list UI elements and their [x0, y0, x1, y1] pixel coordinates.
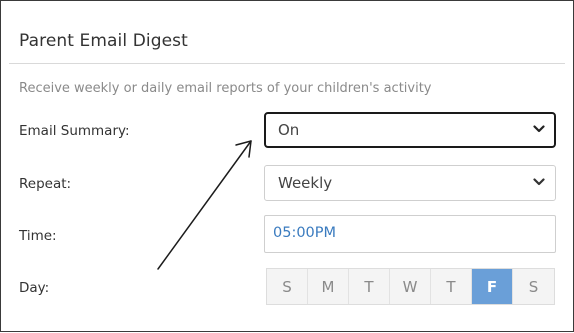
parent-email-digest-panel: Parent Email Digest Receive weekly or da…: [0, 0, 574, 332]
arrow-annotation: [157, 140, 252, 270]
